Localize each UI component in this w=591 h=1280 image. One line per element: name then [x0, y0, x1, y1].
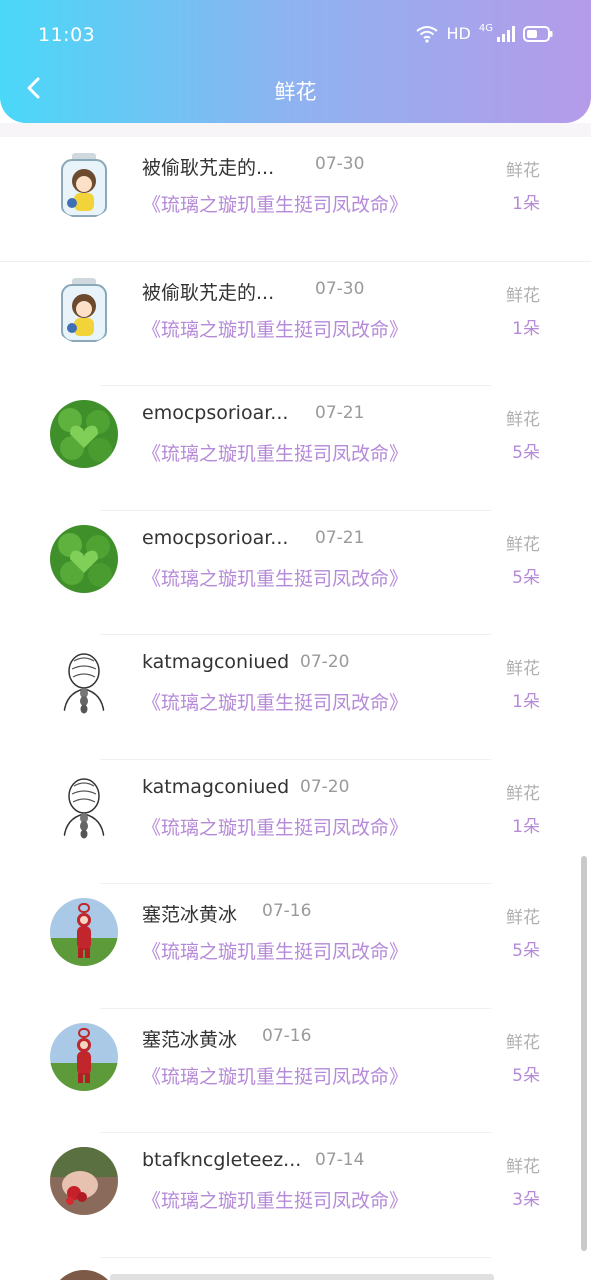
avatar	[50, 275, 118, 344]
red-flower-avatar-image	[50, 1147, 118, 1215]
list-item[interactable]: 塞范冰黄冰 07-16 《琉璃之璇玑重生挺司凤改命》 鲜花 5朵	[0, 884, 591, 1009]
gift-count: 1朵	[512, 318, 540, 339]
gift-type: 鲜花	[506, 161, 540, 181]
record-date: 07-21	[315, 403, 365, 423]
signal-icon	[497, 25, 515, 42]
avatar	[50, 151, 118, 219]
avatar	[50, 898, 118, 966]
battery-icon	[523, 25, 553, 42]
status-icons: HD 4G	[415, 23, 553, 43]
record-date: 07-14	[315, 1150, 365, 1170]
list-item[interactable]: 塞范冰黄冰 07-16 《琉璃之璇玑重生挺司凤改命》 鲜花 5朵	[0, 1009, 591, 1133]
gift-count: 5朵	[512, 443, 540, 463]
gift-count: 1朵	[512, 816, 540, 837]
clover-heart-avatar-image	[50, 524, 118, 593]
avatar	[50, 1147, 118, 1215]
record-date: 07-16	[262, 901, 312, 921]
avatar	[50, 773, 118, 842]
gift-type: 鲜花	[506, 1032, 540, 1053]
list-item[interactable]: emocpsorioar... 07-21 《琉璃之璇玑重生挺司凤改命》 鲜花 …	[0, 511, 591, 635]
book-title-link[interactable]: 《琉璃之璇玑重生挺司凤改命》	[142, 813, 408, 840]
list-item[interactable]: emocpsorioar... 07-21 《琉璃之璇玑重生挺司凤改命》 鲜花 …	[0, 386, 591, 511]
user-name: 塞范冰黄冰	[142, 1028, 238, 1051]
avatar	[50, 524, 118, 593]
gift-count: 5朵	[512, 567, 540, 588]
jar-girl-avatar-image	[50, 151, 118, 219]
gift-type: 鲜花	[506, 410, 540, 430]
user-name: 塞范冰黄冰	[142, 904, 238, 926]
user-name: katmagconiued	[142, 651, 290, 673]
flower-record-list[interactable]: 被偷耿艽走的... 07-30 《琉璃之璇玑重生挺司凤改命》 鲜花 1朵 被偷耿…	[0, 137, 591, 1258]
user-name: btafkncgleteez...	[142, 1149, 302, 1171]
row-divider	[100, 1256, 491, 1258]
gift-type: 鲜花	[506, 285, 540, 306]
user-name: 被偷耿艽走的...	[142, 157, 275, 179]
record-date: 07-30	[315, 154, 365, 174]
avatar	[50, 1022, 118, 1091]
gift-count: 1朵	[512, 194, 540, 214]
next-item-placeholder	[110, 1274, 494, 1280]
next-item-avatar	[50, 1270, 118, 1280]
book-title-link[interactable]: 《琉璃之璇玑重生挺司凤改命》	[142, 564, 408, 591]
book-title-link[interactable]: 《琉璃之璇玑重生挺司凤改命》	[142, 937, 408, 964]
network-label: 4G	[478, 23, 493, 34]
book-title-link[interactable]: 《琉璃之璇玑重生挺司凤改命》	[142, 190, 408, 217]
gift-type: 鲜花	[506, 783, 540, 804]
app-header: 11:03 HD 4G 鲜花	[0, 0, 591, 123]
status-time: 11:03	[38, 24, 96, 46]
list-item[interactable]: btafkncgleteez... 07-14 《琉璃之璇玑重生挺司凤改命》 鲜…	[0, 1133, 591, 1258]
list-item[interactable]: 被偷耿艽走的... 07-30 《琉璃之璇玑重生挺司凤改命》 鲜花 1朵	[0, 137, 591, 262]
record-date: 07-20	[300, 776, 350, 797]
gift-type: 鲜花	[506, 534, 540, 555]
record-date: 07-21	[315, 527, 365, 548]
record-date: 07-30	[315, 278, 365, 299]
book-title-link[interactable]: 《琉璃之璇玑重生挺司凤改命》	[142, 688, 408, 715]
user-name: katmagconiued	[142, 775, 290, 798]
gift-type: 鲜花	[506, 659, 540, 679]
book-title-link[interactable]: 《琉璃之璇玑重生挺司凤改命》	[142, 1186, 408, 1213]
header-shadow-strip	[0, 123, 591, 137]
gift-type: 鲜花	[506, 908, 540, 928]
book-title-link[interactable]: 《琉璃之璇玑重生挺司凤改命》	[142, 439, 408, 466]
avatar	[50, 649, 118, 717]
page-title: 鲜花	[274, 80, 317, 104]
teletubby-avatar-image	[50, 898, 118, 966]
user-name: 被偷耿艽走的...	[142, 281, 275, 304]
book-title-link[interactable]: 《琉璃之璇玑重生挺司凤改命》	[142, 1062, 408, 1089]
user-name: emocpsorioar...	[142, 402, 289, 424]
book-title-link[interactable]: 《琉璃之璇玑重生挺司凤改命》	[142, 315, 408, 342]
gift-type: 鲜花	[506, 1157, 540, 1177]
gift-count: 5朵	[512, 941, 540, 961]
list-item[interactable]: katmagconiued 07-20 《琉璃之璇玑重生挺司凤改命》 鲜花 1朵	[0, 635, 591, 760]
user-name: emocpsorioar...	[142, 526, 289, 549]
gift-count: 5朵	[512, 1065, 540, 1086]
teletubby-avatar-image	[50, 1022, 118, 1091]
wifi-icon	[415, 25, 438, 43]
gift-count: 3朵	[512, 1190, 540, 1210]
hd-label: HD	[446, 24, 471, 43]
braid-sketch-avatar-image	[50, 773, 118, 842]
list-item[interactable]: katmagconiued 07-20 《琉璃之璇玑重生挺司凤改命》 鲜花 1朵	[0, 760, 591, 884]
scrollbar[interactable]	[581, 856, 587, 1251]
clover-heart-avatar-image	[50, 400, 118, 468]
avatar	[50, 400, 118, 468]
record-date: 07-16	[262, 1025, 312, 1046]
jar-girl-avatar-image	[50, 275, 118, 344]
gift-count: 1朵	[512, 692, 540, 712]
list-item[interactable]: 被偷耿艽走的... 07-30 《琉璃之璇玑重生挺司凤改命》 鲜花 1朵	[0, 262, 591, 386]
record-date: 07-20	[300, 652, 350, 672]
braid-sketch-avatar-image	[50, 649, 118, 717]
